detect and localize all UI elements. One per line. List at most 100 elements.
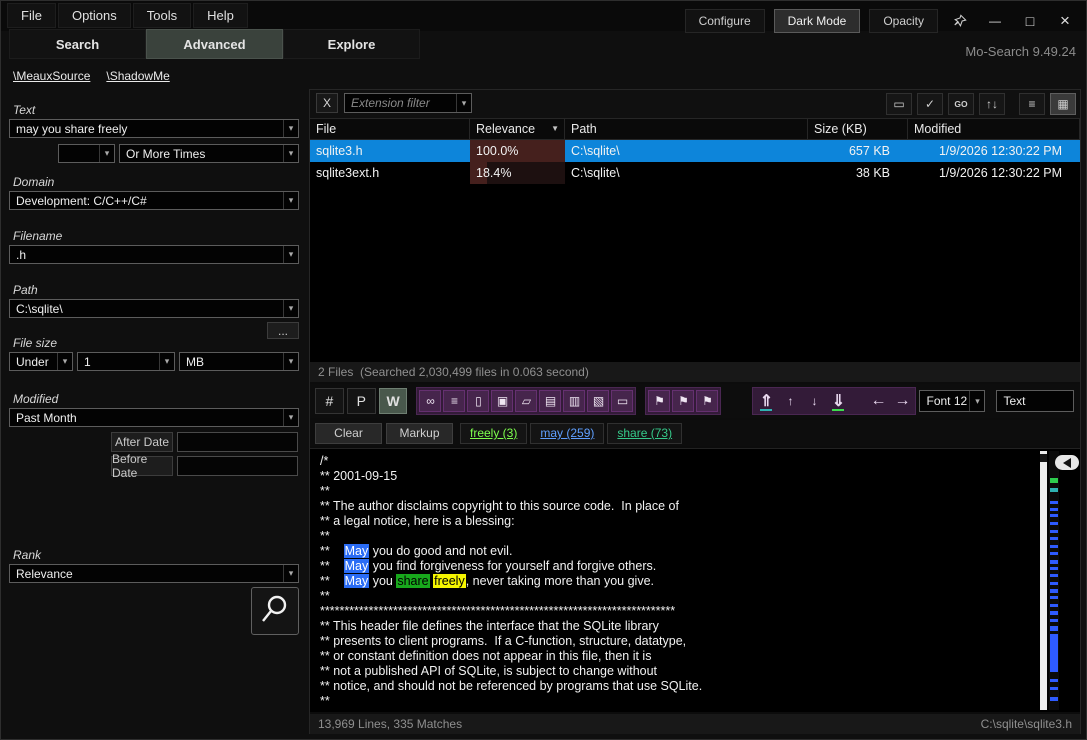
filesize-op-select[interactable]: Under: [9, 352, 73, 371]
menu-help[interactable]: Help: [193, 3, 248, 28]
next-file-icon[interactable]: ⚑: [696, 390, 718, 412]
count-mode-select[interactable]: Or More Times: [119, 144, 299, 163]
tab-advanced[interactable]: Advanced: [146, 29, 283, 59]
first-match-icon[interactable]: ⇑: [755, 390, 777, 412]
domain-select[interactable]: Development: C/C++/C#: [9, 191, 299, 210]
rank-select[interactable]: Relevance: [9, 564, 299, 583]
tab-explore[interactable]: Explore: [283, 29, 420, 59]
dropdown-arrow-icon[interactable]: [283, 565, 298, 582]
close-button[interactable]: [1052, 11, 1078, 31]
pin-icon[interactable]: [947, 11, 973, 31]
filesize-value-input[interactable]: 1: [77, 352, 175, 371]
match-map-mark: [1050, 560, 1058, 564]
minimize-button[interactable]: [982, 11, 1008, 31]
column-header-path[interactable]: Path: [565, 119, 808, 139]
filesize-unit-select[interactable]: MB: [179, 352, 299, 371]
position-pointer-icon[interactable]: [1055, 455, 1079, 470]
path-value: C:\sqlite\: [10, 302, 283, 316]
menu-tools[interactable]: Tools: [133, 3, 191, 28]
view-mode-select[interactable]: Text: [996, 390, 1074, 412]
match-term-button[interactable]: share (73): [607, 423, 682, 444]
dropdown-arrow-icon[interactable]: [283, 145, 298, 162]
saved-search-link[interactable]: \ShadowMe: [106, 69, 169, 83]
opacity-button[interactable]: Opacity: [869, 9, 938, 33]
configure-button[interactable]: Configure: [685, 9, 765, 33]
font-size-select[interactable]: Font 12: [919, 390, 985, 412]
match-term-button[interactable]: freely (3): [460, 423, 527, 444]
markup-button[interactable]: Markup: [386, 423, 453, 444]
dropdown-arrow-icon[interactable]: [57, 353, 72, 370]
path-input[interactable]: C:\sqlite\: [9, 299, 299, 318]
after-date-input[interactable]: [177, 432, 298, 452]
menu-options[interactable]: Options: [58, 3, 131, 28]
extension-filter-input[interactable]: Extension filter: [344, 93, 472, 113]
find-in-preview-icon[interactable]: ∞: [419, 390, 441, 412]
dropdown-arrow-icon[interactable]: [283, 246, 298, 263]
filename-input[interactable]: .h: [9, 245, 299, 264]
column-header-modified[interactable]: Modified: [908, 119, 1080, 139]
match-map-mark: [1050, 596, 1058, 599]
dropdown-arrow-icon[interactable]: [159, 353, 174, 370]
details-view-icon[interactable]: ▦: [1050, 93, 1076, 115]
dropdown-arrow-icon[interactable]: [456, 94, 471, 112]
search-button[interactable]: [251, 587, 299, 635]
dropdown-arrow-icon[interactable]: [283, 409, 298, 426]
prev-term-icon[interactable]: ←: [867, 390, 889, 412]
match-term-button[interactable]: may (259): [530, 423, 604, 444]
match-map-mark: [1050, 514, 1058, 517]
text-input[interactable]: may you share freely: [9, 119, 299, 138]
clear-filter-button[interactable]: X: [316, 93, 338, 113]
next-match-icon[interactable]: ↓: [803, 390, 825, 412]
prev-file-icon[interactable]: ⚑: [648, 390, 670, 412]
maximize-button[interactable]: [1017, 11, 1043, 31]
preview-scrollbar[interactable]: [1040, 451, 1047, 710]
open-folder-icon[interactable]: ▭: [886, 93, 912, 115]
rank-label: Rank: [13, 548, 41, 562]
saved-search-link[interactable]: \MeauxSource: [13, 69, 90, 83]
dark-mode-button[interactable]: Dark Mode: [774, 9, 861, 33]
column-header-relevance[interactable]: Relevance: [470, 119, 565, 139]
plain-text-toggle[interactable]: P: [347, 388, 376, 414]
column-header-size-kb-[interactable]: Size (KB): [808, 119, 908, 139]
menu-file[interactable]: File: [7, 3, 56, 28]
new-page-icon[interactable]: ▯: [467, 390, 489, 412]
dropdown-arrow-icon[interactable]: [969, 391, 984, 411]
dropdown-arrow-icon[interactable]: [283, 120, 298, 137]
after-date-button[interactable]: After Date: [111, 432, 173, 452]
dropdown-arrow-icon[interactable]: [99, 145, 114, 162]
open-containing-folder-icon[interactable]: ▱: [515, 390, 537, 412]
last-match-icon[interactable]: ⇓: [827, 390, 849, 412]
column-header-file[interactable]: File: [310, 119, 470, 139]
text-value: may you share freely: [10, 122, 283, 136]
table-header: FileRelevancePathSize (KB)Modified: [310, 119, 1080, 140]
dropdown-arrow-icon[interactable]: [283, 353, 298, 370]
bookmark-icon[interactable]: ⚑: [672, 390, 694, 412]
select-files-icon[interactable]: ✓: [917, 93, 943, 115]
line-numbers-toggle[interactable]: #: [315, 388, 344, 414]
next-term-icon[interactable]: →: [891, 390, 913, 412]
dropdown-arrow-icon[interactable]: [283, 192, 298, 209]
line-numbers-icon[interactable]: ≡: [443, 390, 465, 412]
word-wrap-toggle[interactable]: W: [379, 388, 408, 414]
tab-search[interactable]: Search: [9, 29, 146, 59]
go-icon[interactable]: GO: [948, 93, 974, 115]
prev-match-icon[interactable]: ↑: [779, 390, 801, 412]
table-row[interactable]: sqlite3.h100.0%C:\sqlite\657 KB1/9/2026 …: [310, 140, 1080, 162]
goto-line-icon[interactable]: ▥: [563, 390, 585, 412]
full-width-icon[interactable]: ▭: [611, 390, 633, 412]
count-input[interactable]: [58, 144, 115, 163]
modified-select[interactable]: Past Month: [9, 408, 299, 427]
file-report-icon[interactable]: ▤: [539, 390, 561, 412]
copy-text-icon[interactable]: ▣: [491, 390, 513, 412]
save-results-icon[interactable]: ▧: [587, 390, 609, 412]
table-row[interactable]: sqlite3ext.h18.4%C:\sqlite\38 KB1/9/2026…: [310, 162, 1080, 184]
before-date-button[interactable]: Before Date: [111, 456, 173, 476]
match-map[interactable]: [1049, 451, 1059, 710]
browse-path-button[interactable]: ...: [267, 322, 299, 339]
clear-markup-button[interactable]: Clear: [315, 423, 382, 444]
list-view-icon[interactable]: ≡: [1019, 93, 1045, 115]
before-date-input[interactable]: [177, 456, 298, 476]
sort-direction-icon[interactable]: ↑↓: [979, 93, 1005, 115]
domain-value: Development: C/C++/C#: [10, 194, 283, 208]
dropdown-arrow-icon[interactable]: [283, 300, 298, 317]
